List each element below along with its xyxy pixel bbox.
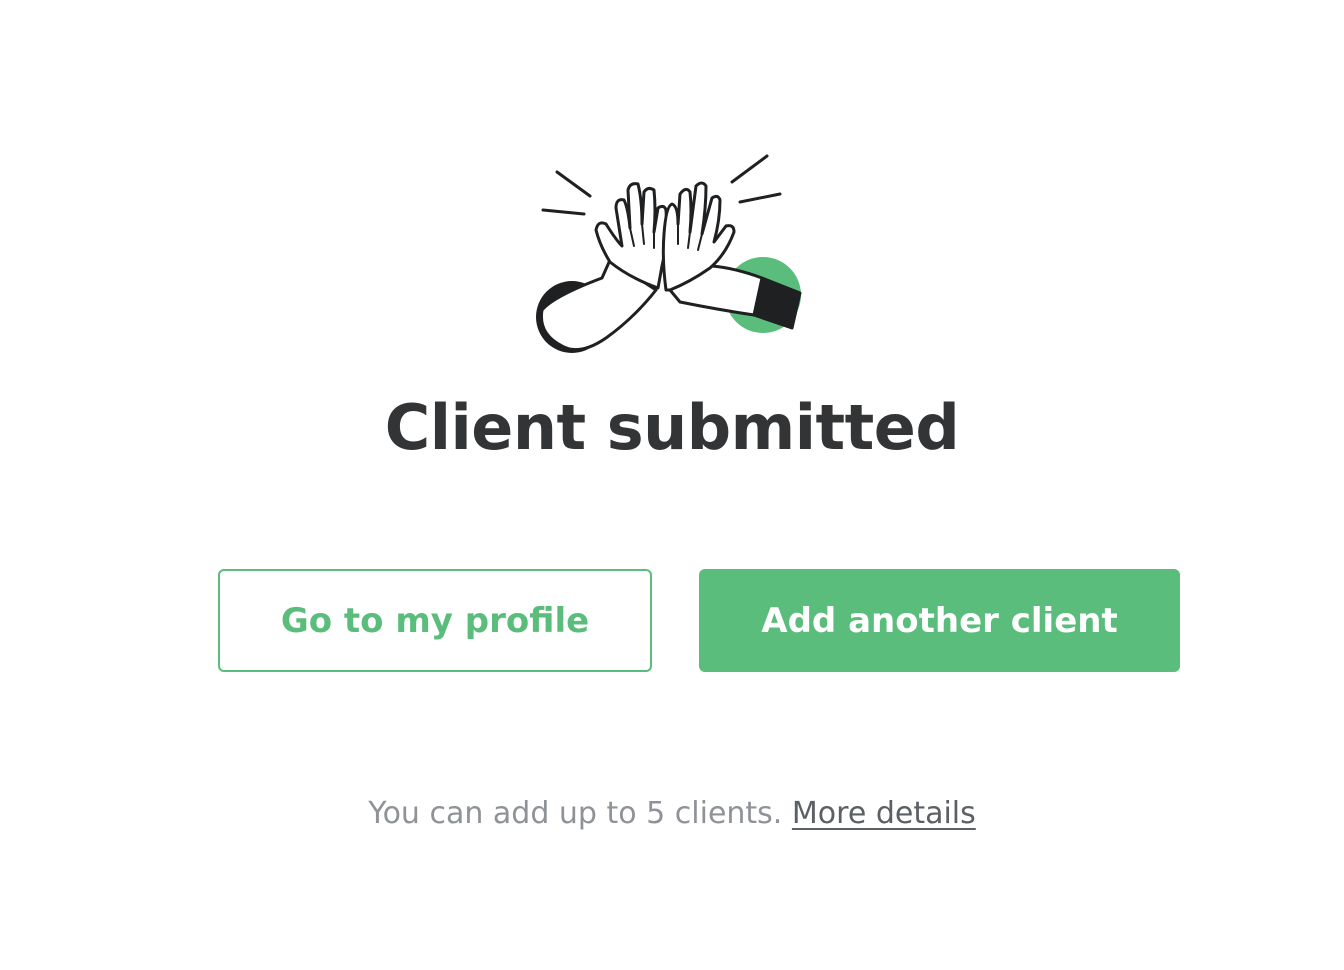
client-limit-note: You can add up to 5 clients. More detail… (0, 794, 1344, 834)
page-title: Client submitted (384, 391, 960, 464)
add-another-client-button[interactable]: Add another client (699, 569, 1180, 672)
high-five-illustration (530, 150, 810, 365)
more-details-link[interactable]: More details (792, 796, 976, 831)
high-five-icon (536, 154, 802, 353)
client-limit-text: You can add up to 5 clients. (368, 796, 783, 831)
go-to-profile-button[interactable]: Go to my profile (218, 569, 652, 672)
